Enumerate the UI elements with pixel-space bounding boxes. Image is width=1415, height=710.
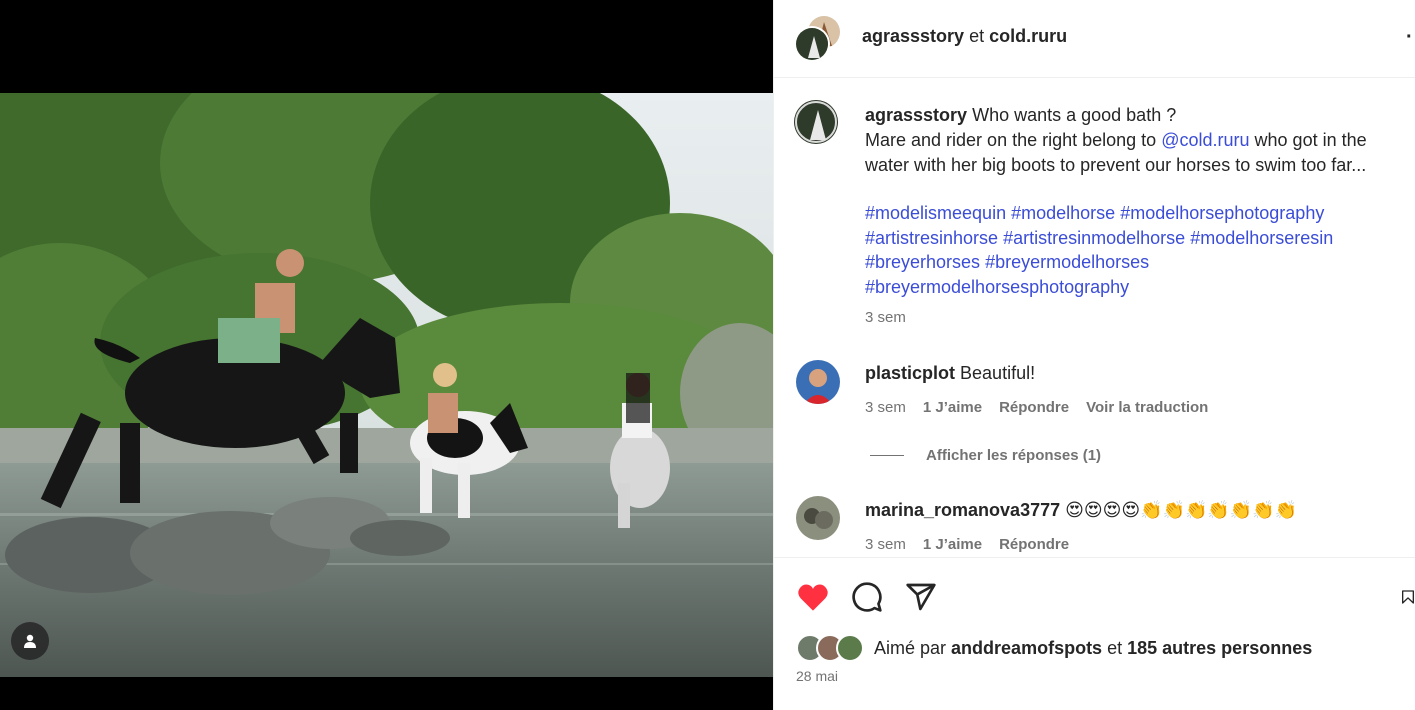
comments-scroll-area[interactable]: agrassstory Who wants a good bath ? Mare… [774, 79, 1415, 557]
post-actions: Aimé par anddreamofspots et 185 autres p… [774, 557, 1415, 710]
comment-username[interactable]: plasticplot [865, 363, 955, 383]
caption-line1: Who wants a good bath ? [972, 105, 1177, 125]
comment-icon [852, 582, 882, 612]
caption-username[interactable]: agrassstory [865, 105, 967, 125]
reply-button[interactable]: Répondre [999, 399, 1069, 416]
comment-text: marina_romanova3777 😍😍😍😍👏👏👏👏👏👏👏 [865, 500, 1297, 521]
save-button[interactable] [1400, 578, 1415, 616]
comment-body: 😍😍😍😍👏👏👏👏👏👏👏 [1065, 500, 1298, 520]
author-link-agrassstory[interactable]: agrassstory [862, 26, 964, 46]
view-replies-label: Afficher les réponses (1) [926, 447, 1102, 464]
comment-text: plasticplot Beautiful! [865, 363, 1035, 384]
author-link-cold-ruru[interactable]: cold.ruru [989, 26, 1067, 46]
caption-meta: 3 sem [865, 309, 906, 326]
heart-icon [798, 584, 828, 611]
hashtag-list: #modelismeequin #modelhorse #modelhorsep… [865, 201, 1413, 299]
liker-avatars[interactable] [796, 634, 864, 662]
liked-by-prefix: Aimé par [874, 637, 947, 658]
comment-button[interactable] [848, 578, 886, 616]
caption-avatar[interactable] [794, 100, 838, 144]
person-icon [24, 634, 36, 648]
mention-link[interactable]: @cold.ruru [1161, 130, 1249, 150]
avatar-agrassstory[interactable] [794, 26, 830, 62]
collab-avatars[interactable] [794, 14, 842, 62]
hashtag-link[interactable]: #breyermodelhorsesphotography [865, 277, 1129, 297]
hashtag-link[interactable]: #breyermodelhorses [985, 252, 1149, 272]
hashtag-link[interactable]: #modelismeequin [865, 203, 1006, 223]
see-translation-button[interactable]: Voir la traduction [1086, 399, 1208, 416]
post-date[interactable]: 28 mai [796, 668, 838, 684]
hashtag-link[interactable]: #modelhorseresin [1190, 228, 1333, 248]
share-icon [906, 583, 936, 611]
caption-line2-before: Mare and rider on the right belong to [865, 130, 1157, 150]
comment-time[interactable]: 3 sem [865, 536, 906, 553]
post-details-panel: agrassstory et cold.ruru · agrassstory W… [773, 0, 1415, 710]
post-media [0, 0, 773, 710]
hashtag-link[interactable]: #artistresinmodelhorse [1003, 228, 1185, 248]
likes-connector: et [1107, 637, 1123, 658]
like-button[interactable] [794, 578, 832, 616]
hashtag-link[interactable]: #breyerhorses [865, 252, 980, 272]
comment-meta: 3 sem 1 J’aime Répondre [865, 536, 1069, 553]
hashtag-link[interactable]: #artistresinhorse [865, 228, 998, 248]
liker-avatar [836, 634, 864, 662]
tagged-users-button[interactable] [11, 622, 49, 660]
caption-time[interactable]: 3 sem [865, 309, 906, 326]
comment-username[interactable]: marina_romanova3777 [865, 500, 1060, 520]
reply-button[interactable]: Répondre [999, 536, 1069, 553]
collab-connector: et [969, 26, 985, 46]
comment-like-count[interactable]: 1 J’aime [923, 536, 982, 553]
comment-meta: 3 sem 1 J’aime Répondre Voir la traducti… [865, 399, 1208, 416]
comment-avatar[interactable] [796, 360, 840, 404]
others-liked-link[interactable]: 185 autres personnes [1127, 638, 1312, 659]
hashtag-link[interactable]: #modelhorsephotography [1120, 203, 1324, 223]
liker-username[interactable]: anddreamofspots [951, 638, 1102, 659]
comment-like-count[interactable]: 1 J’aime [923, 399, 982, 416]
more-options-icon[interactable]: · [1406, 26, 1413, 49]
collab-names: agrassstory et cold.ruru [862, 26, 1067, 47]
replies-divider [870, 455, 904, 456]
comment-time[interactable]: 3 sem [865, 399, 906, 416]
likes-summary: Aimé par anddreamofspots et 185 autres p… [796, 634, 1312, 662]
post-header: agrassstory et cold.ruru · [774, 0, 1415, 78]
comment-avatar[interactable] [796, 496, 840, 540]
caption: agrassstory Who wants a good bath ? Mare… [865, 103, 1413, 178]
hashtag-link[interactable]: #modelhorse [1011, 203, 1115, 223]
share-button[interactable] [902, 578, 940, 616]
post-photo[interactable] [0, 93, 773, 677]
view-replies-button[interactable]: Afficher les réponses (1) [870, 447, 1101, 464]
bookmark-icon [1402, 590, 1414, 604]
comment-body: Beautiful! [960, 363, 1036, 383]
